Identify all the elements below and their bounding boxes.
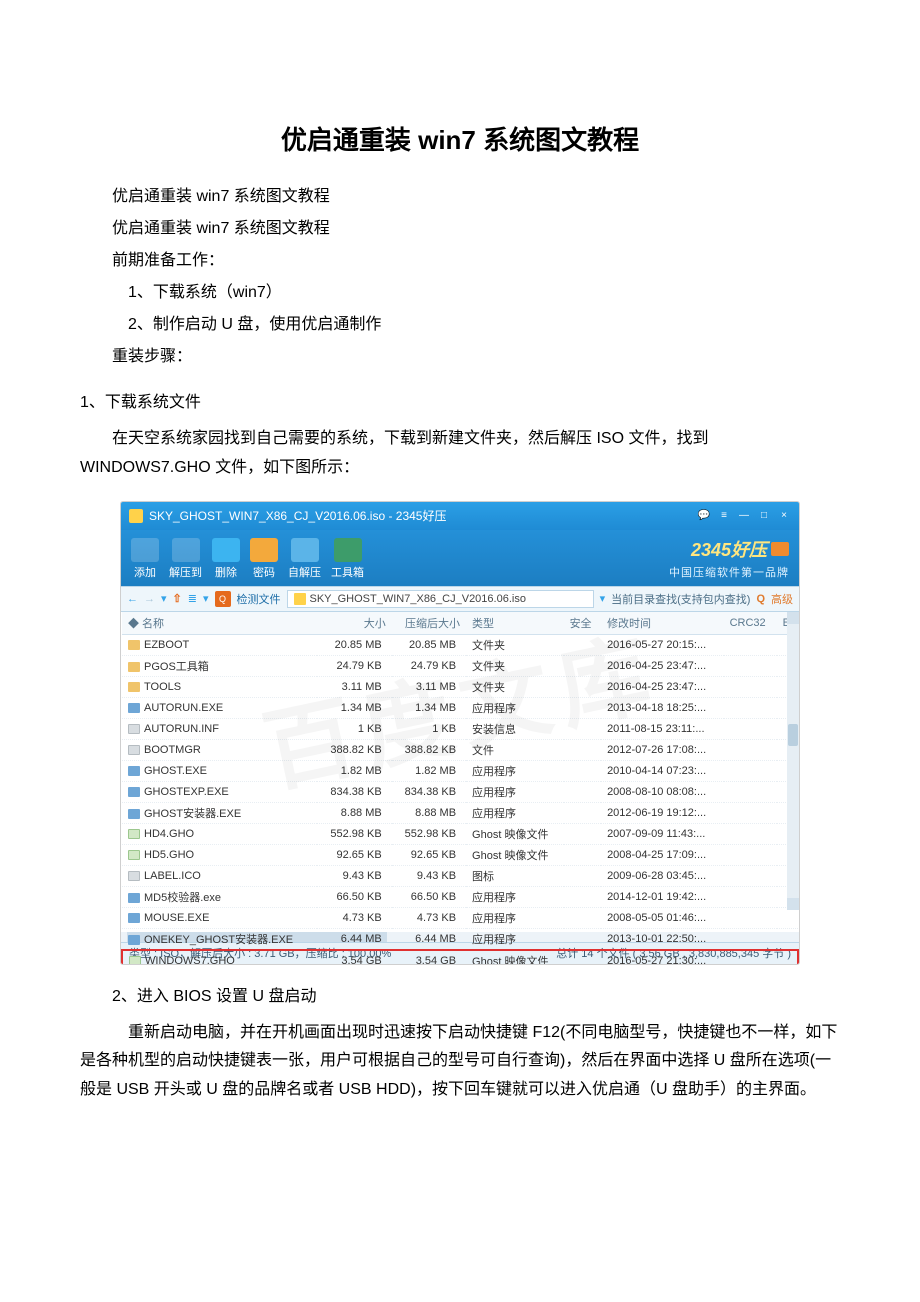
- paragraph: 重装步骤：: [80, 341, 840, 373]
- nav-bar: ← → ▾ ⇧ ≣ ▾ Q 检测文件 SKY_GHOST_WIN7_X86_CJ…: [121, 586, 799, 612]
- chevron-down-icon[interactable]: ▾: [203, 592, 209, 605]
- table-row[interactable]: GHOST.EXE1.82 MB1.82 MB应用程序2010-04-14 07…: [122, 760, 798, 781]
- col-name[interactable]: ◆ 名称: [122, 612, 317, 635]
- extract-button[interactable]: 解压到: [169, 538, 202, 580]
- nav-up-icon[interactable]: ⇧: [173, 592, 182, 605]
- paragraph: 优启通重装 win7 系统图文教程: [80, 181, 840, 213]
- label: 工具箱: [331, 564, 364, 580]
- check-file-label[interactable]: 检测文件: [237, 591, 281, 607]
- col-type[interactable]: 类型: [466, 612, 564, 635]
- list-item: 2、制作启动 U 盘，使用优启通制作: [80, 309, 840, 341]
- label: 解压到: [169, 564, 202, 580]
- search-icon[interactable]: Q: [756, 593, 765, 605]
- titlebar: SKY_GHOST_WIN7_X86_CJ_V2016.06.iso - 234…: [121, 502, 799, 530]
- nav-back-icon[interactable]: ←: [127, 593, 138, 605]
- app-icon: [129, 509, 143, 523]
- table-row[interactable]: WINDOWS7.GHO3.54 GB3.54 GBGhost 映像文件2016…: [122, 950, 798, 965]
- table-row[interactable]: AUTORUN.INF1 KB1 KB安装信息2011-08-15 23:11:…: [122, 718, 798, 739]
- path-text: SKY_GHOST_WIN7_X86_CJ_V2016.06.iso: [310, 593, 526, 605]
- label: 密码: [253, 564, 275, 580]
- nav-history-dropdown[interactable]: ▾: [161, 592, 167, 605]
- menu-icon[interactable]: ≡: [717, 509, 731, 523]
- add-button[interactable]: 添加: [131, 538, 159, 580]
- table-row[interactable]: ONEKEY_GHOST安装器.EXE6.44 MB6.44 MB应用程序201…: [122, 928, 798, 950]
- app-window: SKY_GHOST_WIN7_X86_CJ_V2016.06.iso - 234…: [120, 501, 800, 965]
- table-row[interactable]: AUTORUN.EXE1.34 MB1.34 MB应用程序2013-04-18 …: [122, 697, 798, 718]
- brand-logo: 2345好压: [691, 536, 789, 562]
- search-label: 当前目录查找(支持包内查找): [611, 591, 750, 607]
- close-button[interactable]: ×: [777, 509, 791, 523]
- paragraph: 在天空系统家园找到自己需要的系统，下载到新建文件夹，然后解压 ISO 文件，找到…: [80, 425, 840, 483]
- table-row[interactable]: GHOST安装器.EXE8.88 MB8.88 MB应用程序2012-06-19…: [122, 802, 798, 823]
- paragraph: 重新启动电脑，并在开机画面出现时迅速按下启动快捷键 F12(不同电脑型号，快捷键…: [80, 1019, 840, 1105]
- advanced-link[interactable]: 高级: [771, 591, 793, 607]
- minimize-button[interactable]: —: [737, 509, 751, 523]
- delete-button[interactable]: 删除: [212, 538, 240, 580]
- section-heading: 1、下载系统文件: [80, 387, 840, 419]
- window-title: SKY_GHOST_WIN7_X86_CJ_V2016.06.iso - 234…: [149, 507, 446, 524]
- col-safe[interactable]: 安全: [564, 612, 602, 635]
- label: 删除: [215, 564, 237, 580]
- paragraph: 前期准备工作：: [80, 245, 840, 277]
- ribbon: 添加 解压到 删除 密码 自解压 工具箱 2345好压 中国压缩软件第一品牌: [121, 530, 799, 586]
- paragraph: 2、进入 BIOS 设置 U 盘启动: [80, 981, 840, 1013]
- password-button[interactable]: 密码: [250, 538, 278, 580]
- table-row[interactable]: EZBOOT20.85 MB20.85 MB文件夹2016-05-27 20:1…: [122, 634, 798, 655]
- maximize-button[interactable]: □: [757, 509, 771, 523]
- col-size[interactable]: 大小: [317, 612, 391, 635]
- header-row: ◆ 名称 大小 压缩后大小 类型 安全 修改时间 CRC32 E: [122, 612, 798, 635]
- table-row[interactable]: MOUSE.EXE4.73 KB4.73 KB应用程序2008-05-05 01…: [122, 907, 798, 928]
- table-row[interactable]: HD4.GHO552.98 KB552.98 KBGhost 映像文件2007-…: [122, 823, 798, 844]
- nav-view-dropdown[interactable]: ≣: [188, 592, 197, 605]
- nav-forward-icon[interactable]: →: [144, 593, 155, 605]
- label: 添加: [134, 564, 156, 580]
- table-row[interactable]: HD5.GHO92.65 KB92.65 KBGhost 映像文件2008-04…: [122, 844, 798, 865]
- table-row[interactable]: BOOTMGR388.82 KB388.82 KB文件2012-07-26 17…: [122, 739, 798, 760]
- file-table: ◆ 名称 大小 压缩后大小 类型 安全 修改时间 CRC32 E EZBOOT2…: [121, 612, 799, 965]
- col-packed[interactable]: 压缩后大小: [392, 612, 466, 635]
- path-input[interactable]: SKY_GHOST_WIN7_X86_CJ_V2016.06.iso: [287, 590, 594, 608]
- table-row[interactable]: PGOS工具箱24.79 KB24.79 KB文件夹2016-04-25 23:…: [122, 655, 798, 676]
- table-row[interactable]: TOOLS3.11 MB3.11 MB文件夹2016-04-25 23:47:.…: [122, 676, 798, 697]
- page-title: 优启通重装 win7 系统图文教程: [80, 120, 840, 157]
- col-crc[interactable]: CRC32: [724, 612, 777, 635]
- col-mtime[interactable]: 修改时间: [601, 612, 724, 635]
- path-dropdown[interactable]: ▾: [600, 592, 606, 605]
- table-row[interactable]: GHOSTEXP.EXE834.38 KB834.38 KB应用程序2008-0…: [122, 781, 798, 802]
- label: 自解压: [288, 564, 321, 580]
- list-item: 1、下载系统（win7）: [80, 277, 840, 309]
- table-row[interactable]: MD5校验器.exe66.50 KB66.50 KB应用程序2014-12-01…: [122, 886, 798, 907]
- tools-button[interactable]: 工具箱: [331, 538, 364, 580]
- chat-icon[interactable]: 💬: [697, 509, 711, 523]
- selfextract-button[interactable]: 自解压: [288, 538, 321, 580]
- check-file-icon[interactable]: Q: [215, 591, 231, 607]
- vertical-scrollbar[interactable]: [787, 612, 799, 910]
- paragraph: 优启通重装 win7 系统图文教程: [80, 213, 840, 245]
- brand-slogan: 中国压缩软件第一品牌: [669, 564, 789, 580]
- table-row[interactable]: LABEL.ICO9.43 KB9.43 KB图标2009-06-28 03:4…: [122, 865, 798, 886]
